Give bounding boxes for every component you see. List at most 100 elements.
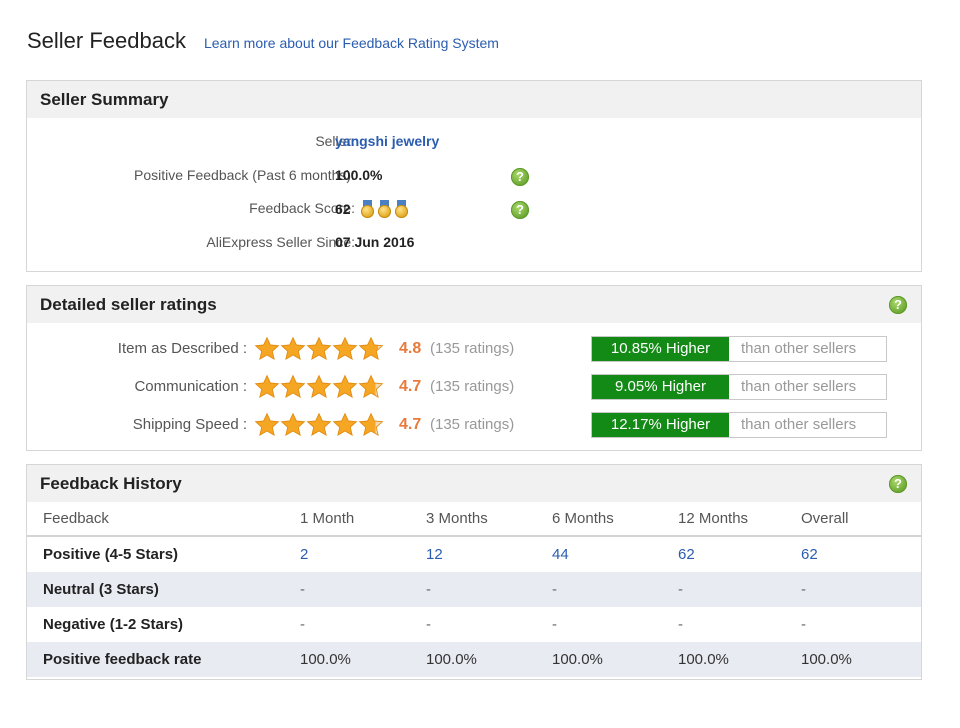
higher-badge: 12.17% Higher <box>592 413 729 437</box>
table-cell-link[interactable]: 62 <box>678 536 801 572</box>
page-title: Seller Feedback <box>27 28 186 53</box>
row-label: Positive feedback rate <box>27 642 300 677</box>
column-header: Feedback <box>27 502 300 537</box>
column-header: 6 Months <box>552 502 678 537</box>
detailed-ratings-header: Detailed seller ratings ? <box>27 286 921 323</box>
comparison-box: 10.85% Higher than other sellers <box>591 336 887 362</box>
seller-summary-panel: Seller Summary Seller: yangshi jewelry P… <box>26 80 922 272</box>
comparison-text: than other sellers <box>741 416 857 433</box>
table-row: Neutral (3 Stars) - - - - - <box>27 572 921 607</box>
star-icon <box>280 412 306 436</box>
table-cell-link[interactable]: 62 <box>801 536 921 572</box>
column-header: Overall <box>801 502 921 537</box>
star-icon <box>358 374 384 398</box>
rating-label: Item as Described : <box>117 340 247 357</box>
page-header: Seller Feedback Learn more about our Fee… <box>27 28 499 58</box>
comparison-text: than other sellers <box>741 378 857 395</box>
table-cell: - <box>300 572 426 607</box>
table-cell: 100.0% <box>678 642 801 677</box>
table-cell: 100.0% <box>300 642 426 677</box>
table-cell-link[interactable]: 2 <box>300 536 426 572</box>
summary-row-positive: Positive Feedback (Past 6 months): 100.0… <box>27 167 921 187</box>
table-cell: - <box>801 616 806 633</box>
table-cell: - <box>300 616 305 633</box>
star-icon <box>358 336 384 360</box>
rating-score: 4.7 <box>399 416 422 433</box>
star-icon <box>332 336 358 360</box>
detailed-ratings-heading: Detailed seller ratings <box>40 294 217 314</box>
row-label: Positive (4-5 Stars) <box>43 546 179 563</box>
medal-icon <box>394 200 408 218</box>
rating-score: 4.7 <box>399 378 422 395</box>
rating-row-communication: Communication : 4.7 (135 ratings) 9.05% … <box>27 373 921 401</box>
table-cell: 100.0% <box>426 642 552 677</box>
rating-score: 4.8 <box>399 340 422 357</box>
question-mark-icon[interactable]: ? <box>889 295 907 314</box>
star-rating <box>254 336 384 362</box>
rating-count: (135 ratings) <box>430 340 515 357</box>
comparison-text: than other sellers <box>741 340 857 357</box>
feedback-score-value-wrap: 62 <box>335 200 408 218</box>
rating-row-shipping-speed: Shipping Speed : 4.7 (135 ratings) 12.17… <box>27 411 921 439</box>
star-icon <box>254 412 280 436</box>
rating-count: (135 ratings) <box>430 416 515 433</box>
seller-summary-header: Seller Summary <box>27 81 921 118</box>
medal-icon <box>360 200 374 218</box>
summary-row-seller: Seller: yangshi jewelry <box>27 133 921 153</box>
feedback-history-table: Feedback 1 Month 3 Months 6 Months 12 Mo… <box>27 502 921 677</box>
medal-icon <box>377 200 391 218</box>
star-icon <box>254 374 280 398</box>
positive-feedback-label: Positive Feedback (Past 6 months): <box>134 167 355 183</box>
feedback-history-heading: Feedback History <box>40 473 182 493</box>
star-icon <box>332 374 358 398</box>
table-cell: - <box>426 616 431 633</box>
feedback-history-panel: Feedback History ? Feedback 1 Month 3 Mo… <box>26 464 922 680</box>
table-cell: - <box>801 572 921 607</box>
table-cell-link[interactable]: 44 <box>552 536 678 572</box>
rating-count: (135 ratings) <box>430 378 515 395</box>
star-rating <box>254 374 384 400</box>
table-cell: - <box>678 572 801 607</box>
seller-since-label: AliExpress Seller Since: <box>206 234 355 250</box>
column-header: 12 Months <box>678 502 801 537</box>
star-icon <box>332 412 358 436</box>
star-icon <box>306 374 332 398</box>
seller-since-value: 07 Jun 2016 <box>335 234 415 250</box>
star-rating <box>254 412 384 438</box>
table-row: Negative (1-2 Stars) - - - - - <box>27 607 921 642</box>
higher-badge: 9.05% Higher <box>592 375 729 399</box>
table-cell: - <box>552 616 557 633</box>
rating-row-item-described: Item as Described : 4.8 (135 ratings) 10… <box>27 335 921 363</box>
feedback-score-value: 62 <box>335 201 351 217</box>
table-row: Positive feedback rate 100.0% 100.0% 100… <box>27 642 921 677</box>
table-row: Positive (4-5 Stars) 2 12 44 62 62 <box>27 536 921 572</box>
table-cell-link[interactable]: 12 <box>426 536 552 572</box>
summary-row-since: AliExpress Seller Since: 07 Jun 2016 <box>27 234 921 254</box>
column-header: 1 Month <box>300 502 426 537</box>
seller-summary-heading: Seller Summary <box>40 89 169 109</box>
question-mark-icon[interactable]: ? <box>889 474 907 493</box>
star-icon <box>280 336 306 360</box>
star-icon <box>280 374 306 398</box>
star-icon <box>254 336 280 360</box>
table-header-row: Feedback 1 Month 3 Months 6 Months 12 Mo… <box>27 502 921 537</box>
question-mark-icon[interactable]: ? <box>511 201 529 219</box>
rating-label: Shipping Speed : <box>132 416 247 433</box>
table-cell: 100.0% <box>801 642 921 677</box>
comparison-box: 12.17% Higher than other sellers <box>591 412 887 438</box>
row-label: Negative (1-2 Stars) <box>43 616 184 633</box>
higher-badge: 10.85% Higher <box>592 337 729 361</box>
table-cell: 100.0% <box>552 642 678 677</box>
feedback-history-header: Feedback History ? <box>27 465 921 502</box>
star-icon <box>358 412 384 436</box>
seller-name-link[interactable]: yangshi jewelry <box>335 133 439 149</box>
table-cell: - <box>426 572 552 607</box>
column-header: 3 Months <box>426 502 552 537</box>
learn-more-link[interactable]: Learn more about our Feedback Rating Sys… <box>204 35 499 51</box>
detailed-ratings-panel: Detailed seller ratings ? Item as Descri… <box>26 285 922 451</box>
table-cell: - <box>552 572 678 607</box>
rating-label: Communication : <box>134 378 247 395</box>
table-cell: - <box>678 616 683 633</box>
comparison-box: 9.05% Higher than other sellers <box>591 374 887 400</box>
question-mark-icon[interactable]: ? <box>511 168 529 186</box>
